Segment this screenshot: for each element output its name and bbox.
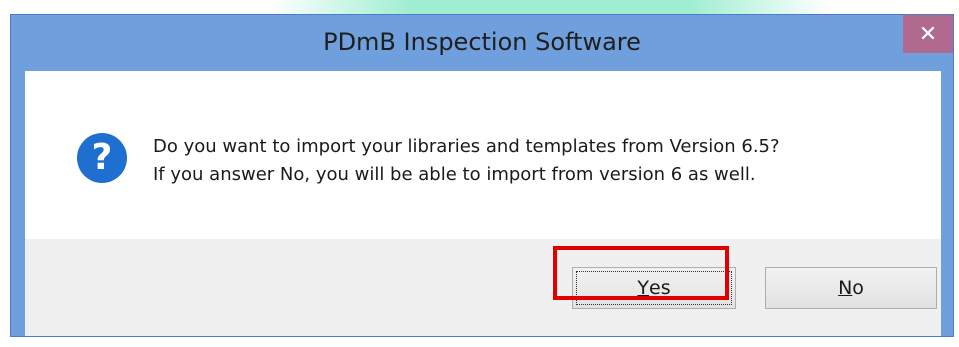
message-text: Do you want to import your libraries and…	[153, 133, 780, 189]
no-button[interactable]: No	[765, 267, 937, 309]
message-line-1: Do you want to import your libraries and…	[153, 136, 780, 157]
close-icon: ✕	[918, 21, 938, 47]
question-icon: ?	[77, 133, 127, 183]
yes-button-mnemonic: Y	[637, 277, 649, 299]
yes-button[interactable]: Yes	[572, 267, 736, 309]
button-bar: Yes No	[25, 239, 941, 336]
no-button-mnemonic: N	[838, 277, 853, 299]
window-title: PDmB Inspection Software	[323, 28, 641, 56]
message-line-2: If you answer No, you will be able to im…	[153, 164, 756, 185]
yes-button-label: es	[649, 277, 671, 299]
no-button-label: o	[852, 277, 864, 299]
title-bar[interactable]: PDmB Inspection Software ✕	[11, 15, 953, 71]
message-area: ? Do you want to import your libraries a…	[25, 71, 941, 239]
message-dialog: PDmB Inspection Software ✕ ? Do you want…	[10, 14, 954, 337]
close-button[interactable]: ✕	[903, 15, 953, 53]
screenshot-canvas: PDmB Inspection Software ✕ ? Do you want…	[0, 0, 959, 347]
